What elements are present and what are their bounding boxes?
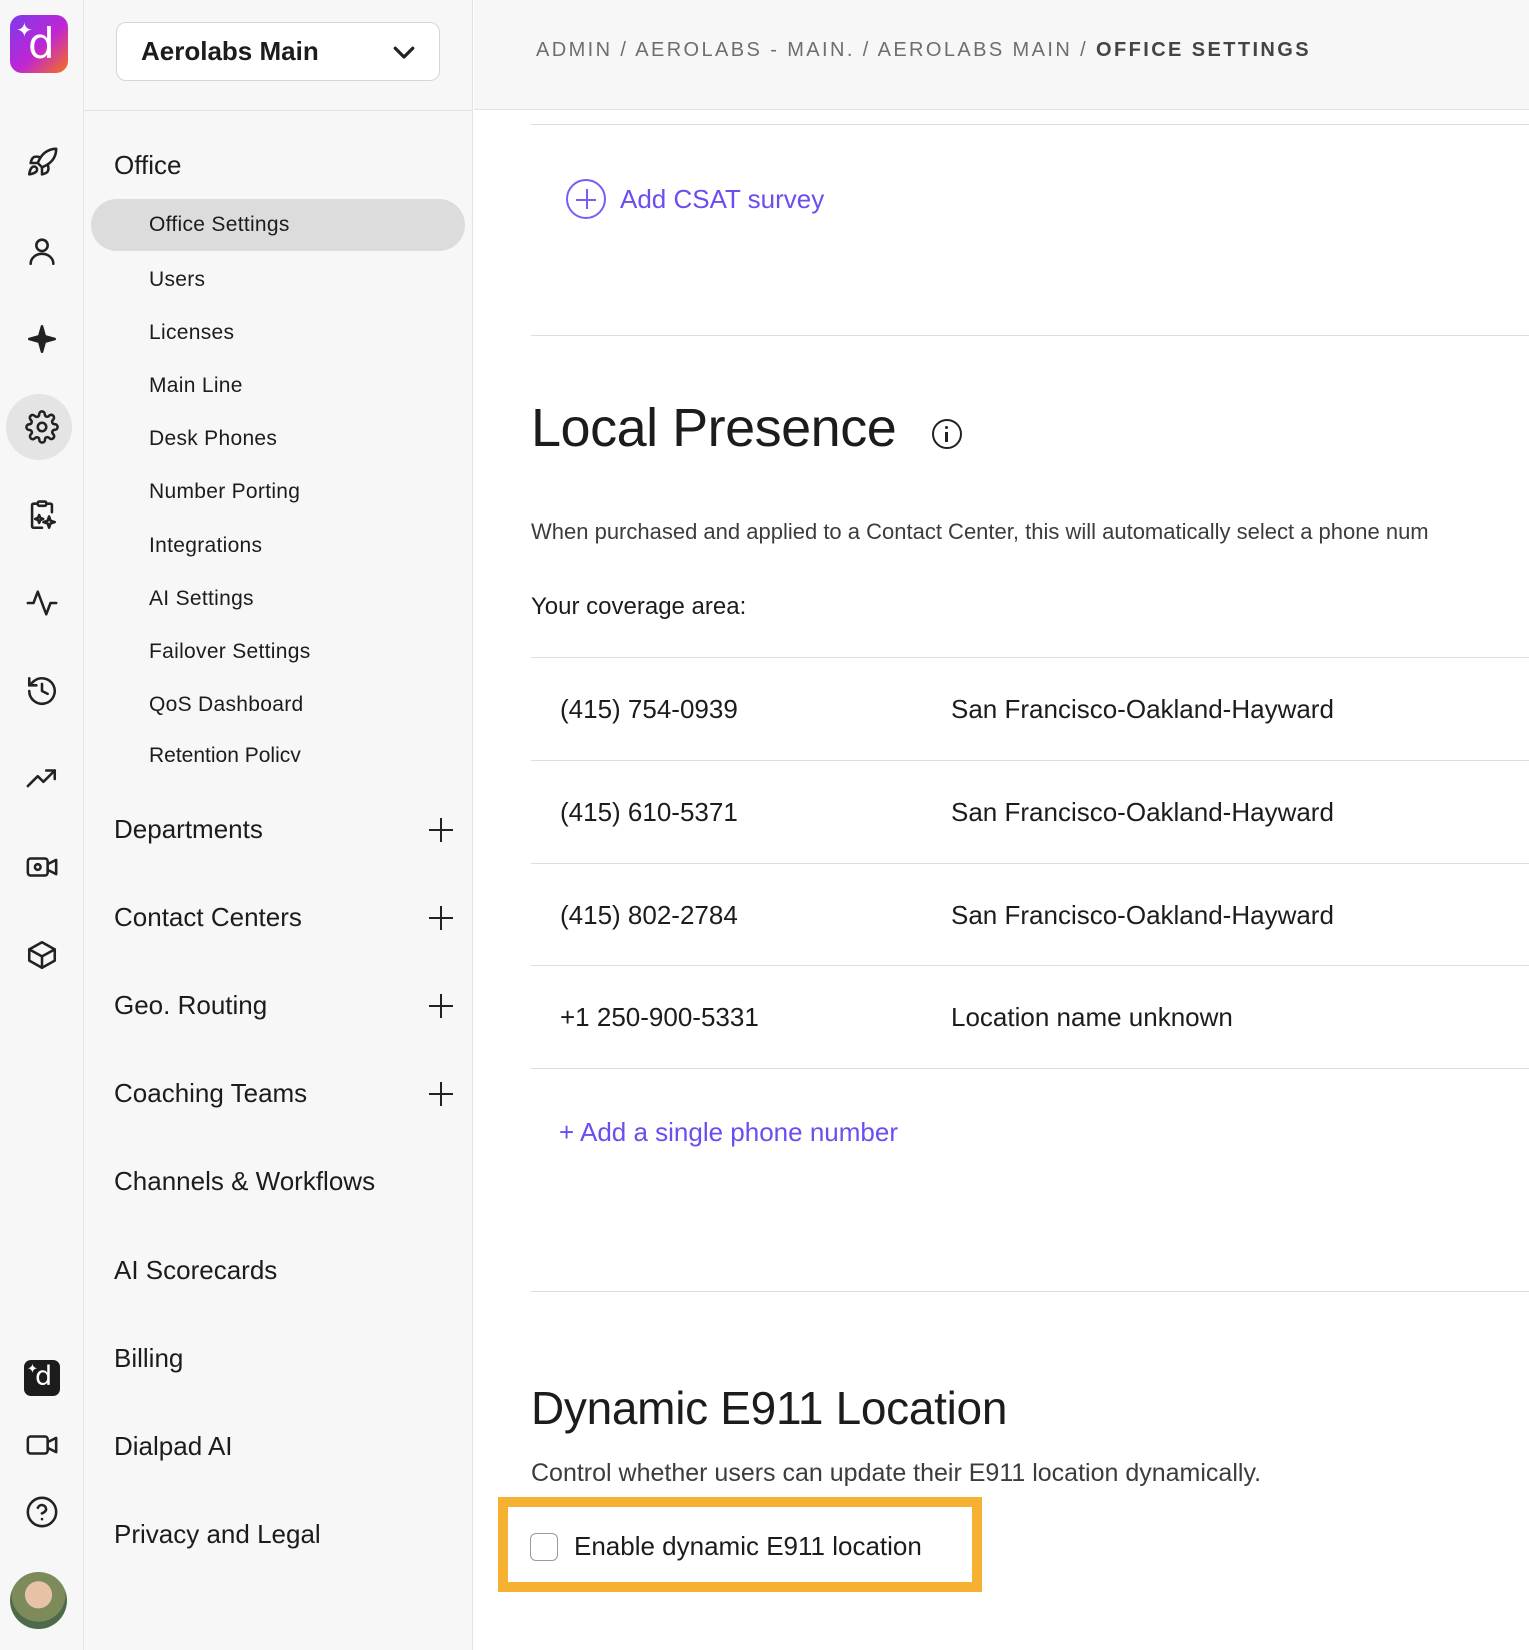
divider xyxy=(531,124,1529,125)
local-presence-description: When purchased and applied to a Contact … xyxy=(531,519,1429,544)
settings-icon[interactable] xyxy=(4,394,80,460)
plus-circle-icon xyxy=(566,179,606,219)
sparkle-ai-icon[interactable] xyxy=(4,306,80,372)
chevron-down-icon xyxy=(389,37,419,67)
e911-description: Control whether users can update their E… xyxy=(531,1459,1262,1487)
breadcrumb-company[interactable]: AEROLABS - MAIN. xyxy=(635,39,855,61)
section-office[interactable]: Office xyxy=(114,150,181,181)
phone-number: (415) 754-0939 xyxy=(560,694,738,724)
section-geo-routing[interactable]: Geo. Routing xyxy=(114,990,454,1021)
enable-e911-checkbox[interactable] xyxy=(530,1532,558,1561)
dialpad-logo[interactable]: ✦ d xyxy=(10,15,68,73)
enable-e911-option[interactable]: Enable dynamic E911 location xyxy=(530,1531,922,1562)
breadcrumb-admin[interactable]: ADMIN xyxy=(536,39,612,61)
breadcrumb-separator: / xyxy=(1072,39,1097,61)
avatar[interactable] xyxy=(10,1572,67,1629)
sidebar-item-users[interactable]: Users xyxy=(149,268,205,292)
table-row: +1 250-900-5331 Location name unknown xyxy=(531,965,1529,1068)
section-coaching-teams[interactable]: Coaching Teams xyxy=(114,1078,454,1109)
sidebar-item-failover-settings[interactable]: Failover Settings xyxy=(149,640,311,664)
table-row: (415) 610-5371 San Francisco-Oakland-Hay… xyxy=(531,760,1529,863)
main-content: Add CSAT survey Local Presence When purc… xyxy=(474,111,1529,1650)
add-csat-survey-button[interactable]: Add CSAT survey xyxy=(566,179,824,219)
phone-location: San Francisco-Oakland-Hayward xyxy=(951,900,1334,930)
breadcrumb-office[interactable]: AEROLABS MAIN xyxy=(878,39,1073,61)
phone-location: San Francisco-Oakland-Hayward xyxy=(951,797,1334,827)
plus-icon[interactable] xyxy=(428,993,454,1019)
section-billing[interactable]: Billing xyxy=(114,1343,183,1374)
phone-number: +1 250-900-5331 xyxy=(560,1002,759,1032)
trending-up-icon[interactable] xyxy=(4,746,80,812)
add-csat-label: Add CSAT survey xyxy=(620,183,825,214)
section-departments[interactable]: Departments xyxy=(114,814,454,845)
top-bar: ADMIN / AEROLABS - MAIN. / AEROLABS MAIN… xyxy=(474,0,1529,110)
local-presence-title: Local Presence xyxy=(531,398,897,458)
phone-number: (415) 610-5371 xyxy=(560,797,738,827)
sidebar-item-number-porting[interactable]: Number Porting xyxy=(149,480,300,504)
add-phone-number-link[interactable]: + Add a single phone number xyxy=(559,1117,898,1148)
sidebar-item-main-line[interactable]: Main Line xyxy=(149,374,243,398)
sidebar-item-integrations[interactable]: Integrations xyxy=(149,534,262,558)
org-name: Aerolabs Main xyxy=(141,36,319,66)
sidebar-item-ai-settings[interactable]: AI Settings xyxy=(149,587,254,611)
breadcrumb: ADMIN / AEROLABS - MAIN. / AEROLABS MAIN… xyxy=(536,39,1311,62)
divider xyxy=(531,335,1529,336)
section-contact-centers[interactable]: Contact Centers xyxy=(114,902,454,933)
section-ai-scorecards[interactable]: AI Scorecards xyxy=(114,1255,277,1286)
info-icon[interactable] xyxy=(932,419,962,449)
video-icon[interactable] xyxy=(4,1412,80,1478)
icon-rail: ✦ d ✦ d xyxy=(0,0,84,1650)
help-icon[interactable] xyxy=(4,1479,80,1545)
coverage-area-label: Your coverage area: xyxy=(531,593,747,620)
dialpad-mini-logo-icon[interactable]: ✦ d xyxy=(4,1345,80,1411)
phone-location: San Francisco-Oakland-Hayward xyxy=(951,694,1334,724)
section-dialpad-ai[interactable]: Dialpad AI xyxy=(114,1431,233,1462)
plus-icon[interactable] xyxy=(428,905,454,931)
table-row: (415) 802-2784 San Francisco-Oakland-Hay… xyxy=(531,863,1529,966)
plus-icon[interactable] xyxy=(428,1081,454,1107)
phone-location: Location name unknown xyxy=(951,1002,1233,1032)
divider xyxy=(531,1068,1529,1069)
org-selector[interactable]: Aerolabs Main xyxy=(116,22,440,81)
history-icon[interactable] xyxy=(4,658,80,724)
sidebar-item-licenses[interactable]: Licenses xyxy=(149,321,234,345)
section-channels-workflows[interactable]: Channels & Workflows xyxy=(114,1166,375,1197)
video-settings-icon[interactable] xyxy=(4,834,80,900)
enable-e911-label: Enable dynamic E911 location xyxy=(574,1531,922,1561)
breadcrumb-current: OFFICE SETTINGS xyxy=(1096,39,1311,61)
sidebar-item-office-settings[interactable]: Office Settings xyxy=(91,199,465,251)
clipboard-sparkle-icon[interactable] xyxy=(4,482,80,548)
box-icon[interactable] xyxy=(4,922,80,988)
sidebar-item-retention-policy[interactable]: Retention Policy xyxy=(149,744,301,762)
user-icon[interactable] xyxy=(4,218,80,284)
divider xyxy=(531,1291,1529,1292)
divider xyxy=(84,110,473,111)
table-row: (415) 754-0939 San Francisco-Oakland-Hay… xyxy=(531,657,1529,760)
sidebar-item-qos-dashboard[interactable]: QoS Dashboard xyxy=(149,693,304,717)
activity-icon[interactable] xyxy=(4,570,80,636)
plus-icon[interactable] xyxy=(428,817,454,843)
section-privacy-legal[interactable]: Privacy and Legal xyxy=(114,1519,321,1550)
breadcrumb-separator: / xyxy=(612,39,636,61)
rocket-icon[interactable] xyxy=(4,130,80,196)
settings-sidebar: Aerolabs Main Office Office Settings Use… xyxy=(84,0,473,1650)
e911-title: Dynamic E911 Location xyxy=(531,1382,1008,1434)
sidebar-item-desk-phones[interactable]: Desk Phones xyxy=(149,427,277,451)
breadcrumb-separator: / xyxy=(854,39,878,61)
phone-number: (415) 802-2784 xyxy=(560,900,738,930)
